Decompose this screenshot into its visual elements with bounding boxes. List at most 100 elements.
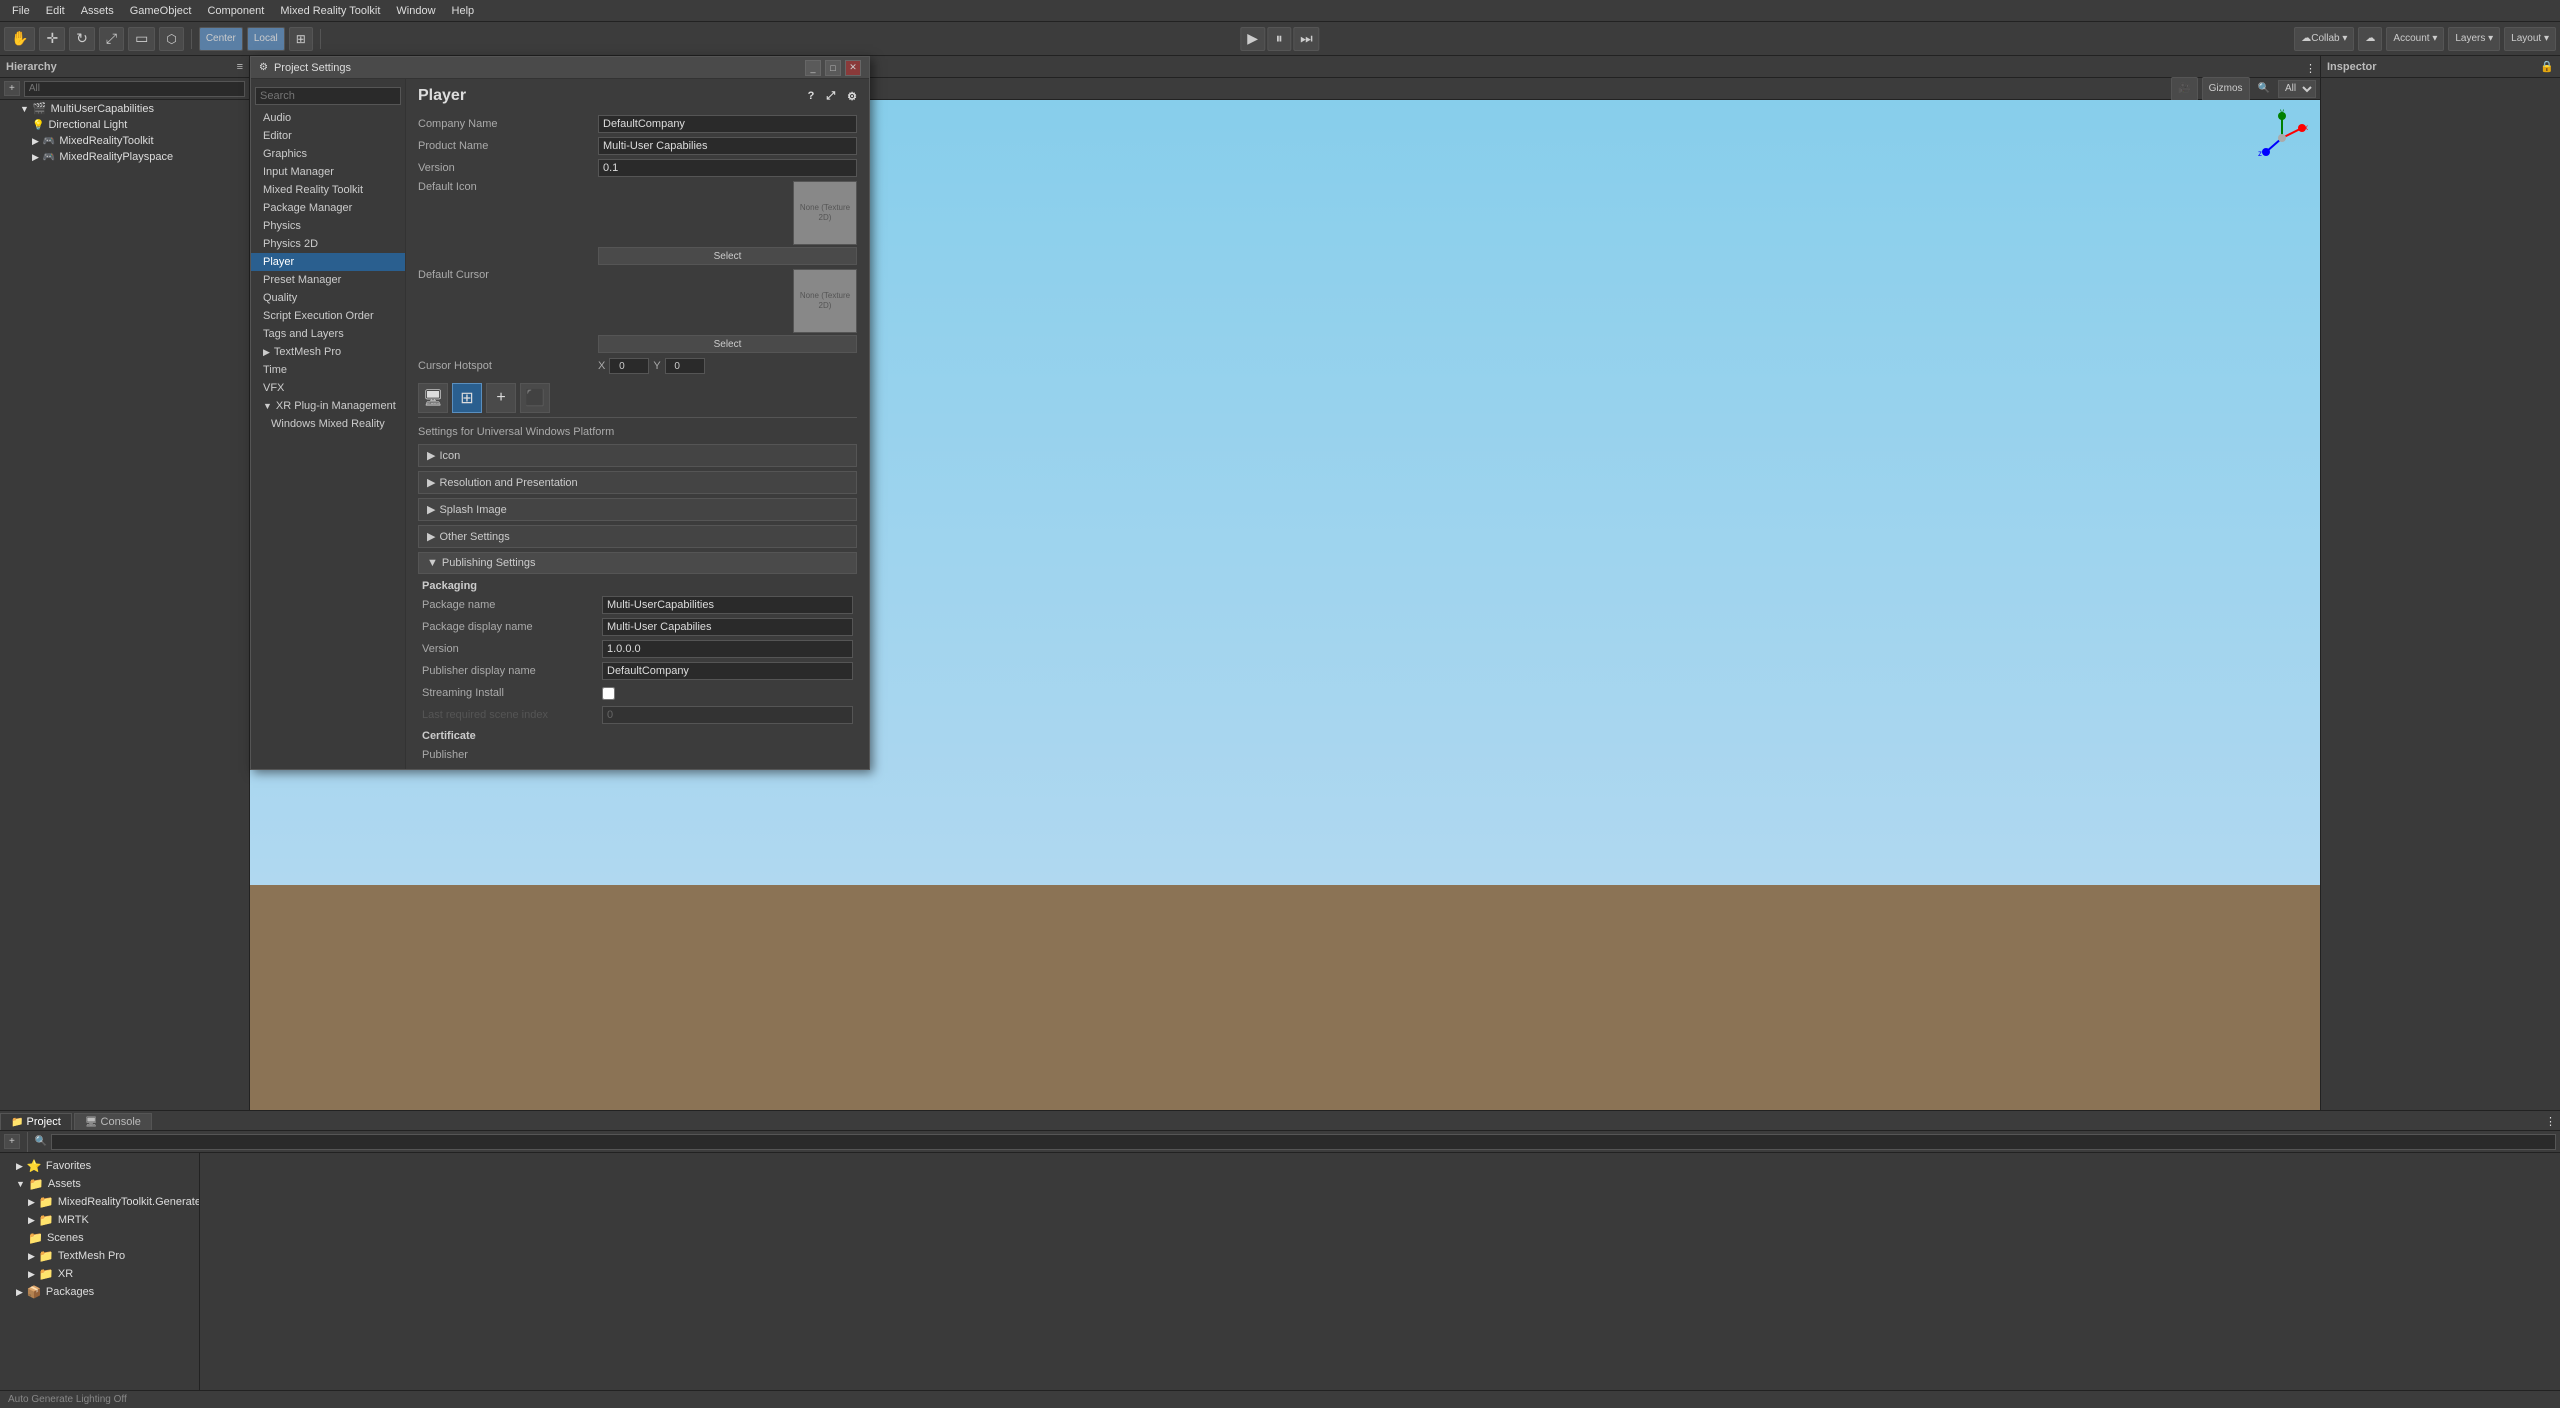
hierarchy-item-playspace[interactable]: ▶ 🎮 MixedRealityPlayspace — [0, 149, 249, 165]
settings-mixed-reality[interactable]: Mixed Reality Toolkit — [251, 181, 405, 199]
settings-time[interactable]: Time — [251, 361, 405, 379]
scene-options-btn[interactable]: ⋮ — [2301, 60, 2320, 77]
settings-physics[interactable]: Physics — [251, 217, 405, 235]
player-help[interactable]: ? — [808, 90, 815, 102]
settings-preset-manager[interactable]: Preset Manager — [251, 271, 405, 289]
icon-section[interactable]: ▶ Icon — [418, 444, 857, 467]
settings-tags-layers[interactable]: Tags and Layers — [251, 325, 405, 343]
search-dropdown[interactable]: All — [2278, 80, 2316, 98]
bottom-options-btn[interactable]: ⋮ — [2541, 1113, 2560, 1130]
menu-mixed-reality[interactable]: Mixed Reality Toolkit — [272, 3, 388, 19]
menu-assets[interactable]: Assets — [73, 3, 122, 19]
project-search[interactable] — [51, 1134, 2556, 1150]
menu-component[interactable]: Component — [199, 3, 272, 19]
project-content[interactable] — [200, 1153, 2560, 1390]
gizmos-btn[interactable]: Gizmos — [2202, 77, 2250, 101]
icon-select-btn[interactable]: Select — [598, 247, 857, 265]
tool-scale[interactable]: ⤢ — [99, 27, 124, 51]
menu-edit[interactable]: Edit — [38, 3, 73, 19]
inspector-lock-btn[interactable]: 🔒 — [2540, 60, 2554, 73]
textmesh-folder[interactable]: ▶ 📁 TextMesh Pro — [0, 1247, 199, 1265]
project-add-btn[interactable]: + — [4, 1134, 20, 1149]
modal-close[interactable]: ✕ — [845, 60, 861, 76]
tool-rect[interactable]: ▭ — [128, 27, 155, 51]
scenes-folder[interactable]: 📁 Scenes — [0, 1229, 199, 1247]
assets-folder[interactable]: ▼ 📁 Assets — [0, 1175, 199, 1193]
layers-button[interactable]: Layers ▾ — [2448, 27, 2500, 51]
cursor-y-input[interactable] — [665, 358, 705, 374]
hierarchy-search[interactable] — [24, 81, 245, 97]
layout-button[interactable]: Layout ▾ — [2504, 27, 2556, 51]
menu-file[interactable]: File — [4, 3, 38, 19]
cursor-x-input[interactable] — [609, 358, 649, 374]
mrtk-gen-folder[interactable]: ▶ 📁 MixedRealityToolkit.Generated — [0, 1193, 199, 1211]
menu-gameobject[interactable]: GameObject — [122, 3, 200, 19]
hierarchy-item-mrtk[interactable]: ▶ 🎮 MixedRealityToolkit — [0, 133, 249, 149]
cloud-button[interactable]: ☁ — [2358, 27, 2382, 51]
pkg-name-input[interactable] — [602, 596, 853, 614]
hierarchy-menu-btn[interactable]: ≡ — [237, 61, 243, 73]
axes-gizmo[interactable]: x y z — [2252, 108, 2312, 168]
pkg-display-input[interactable] — [602, 618, 853, 636]
step-button[interactable]: ⏭ — [1293, 27, 1320, 51]
settings-input-manager[interactable]: Input Manager — [251, 163, 405, 181]
tool-move[interactable]: ✛ — [39, 27, 65, 51]
settings-vfx[interactable]: VFX — [251, 379, 405, 397]
platform-holo[interactable]: ⬛ — [520, 383, 550, 413]
player-settings[interactable]: ⚙ — [847, 90, 857, 103]
mrtk-folder[interactable]: ▶ 📁 MRTK — [0, 1211, 199, 1229]
settings-icon: ⚙ — [259, 62, 268, 73]
hierarchy-add-btn[interactable]: + — [4, 81, 20, 96]
settings-graphics[interactable]: Graphics — [251, 145, 405, 163]
center-toggle[interactable]: Center — [199, 27, 243, 51]
settings-xr[interactable]: ▼ XR Plug-in Management — [251, 397, 405, 415]
settings-player[interactable]: Player — [251, 253, 405, 271]
modal-maximize[interactable]: □ — [825, 60, 841, 76]
settings-audio[interactable]: Audio — [251, 109, 405, 127]
platform-uwp[interactable]: ⊞ — [452, 383, 482, 413]
settings-textmesh[interactable]: ▶ TextMesh Pro — [251, 343, 405, 361]
menu-window[interactable]: Window — [388, 3, 443, 19]
publishing-section[interactable]: ▼ Publishing Settings — [418, 552, 857, 574]
player-expand[interactable]: ⤢ — [826, 90, 835, 103]
resolution-section[interactable]: ▶ Resolution and Presentation — [418, 471, 857, 494]
snap-btn[interactable]: ⊞ — [289, 27, 313, 51]
console-tab[interactable]: 🖥 Console — [74, 1113, 152, 1130]
pub-display-input[interactable] — [602, 662, 853, 680]
hierarchy-item-root[interactable]: ▼ 🎬 MultiUserCapabilities — [0, 100, 249, 117]
packages-folder[interactable]: ▶ 📦 Packages — [0, 1283, 199, 1301]
tool-transform[interactable]: ⬡ — [159, 27, 183, 51]
settings-physics-2d[interactable]: Physics 2D — [251, 235, 405, 253]
local-toggle[interactable]: Local — [247, 27, 285, 51]
favorites-folder[interactable]: ▶ ⭐ Favorites — [0, 1157, 199, 1175]
tool-rotate[interactable]: ↻ — [69, 27, 95, 51]
settings-package-manager[interactable]: Package Manager — [251, 199, 405, 217]
settings-editor[interactable]: Editor — [251, 127, 405, 145]
other-section[interactable]: ▶ Other Settings — [418, 525, 857, 548]
pause-button[interactable]: ⏸ — [1267, 27, 1291, 51]
settings-quality[interactable]: Quality — [251, 289, 405, 307]
settings-windows-mr[interactable]: Windows Mixed Reality — [251, 415, 405, 433]
pkg-version-input[interactable] — [602, 640, 853, 658]
play-button[interactable]: ▶ — [1240, 27, 1265, 51]
version-input[interactable] — [598, 159, 857, 177]
product-name-input[interactable] — [598, 137, 857, 155]
settings-script-execution[interactable]: Script Execution Order — [251, 307, 405, 325]
platform-xbox[interactable]: + — [486, 383, 516, 413]
collab-button[interactable]: ☁ Collab ▾ — [2294, 27, 2354, 51]
settings-search[interactable] — [255, 87, 401, 105]
cursor-select-btn[interactable]: Select — [598, 335, 857, 353]
hierarchy-item-light[interactable]: 💡 Directional Light — [0, 117, 249, 133]
menu-help[interactable]: Help — [444, 3, 483, 19]
xr-folder[interactable]: ▶ 📁 XR — [0, 1265, 199, 1283]
company-name-input[interactable] — [598, 115, 857, 133]
project-tab[interactable]: 📁 Project — [0, 1113, 72, 1130]
modal-minimize[interactable]: _ — [805, 60, 821, 76]
account-button[interactable]: Account ▾ — [2386, 27, 2444, 51]
default-icon-label: Default Icon — [418, 181, 598, 193]
tool-hand[interactable]: ✋ — [4, 27, 35, 51]
streaming-checkbox[interactable] — [602, 687, 615, 700]
platform-desktop[interactable]: 🖥 — [418, 383, 448, 413]
scene-camera-settings[interactable]: 🎥 — [2171, 77, 2197, 101]
splash-section[interactable]: ▶ Splash Image — [418, 498, 857, 521]
